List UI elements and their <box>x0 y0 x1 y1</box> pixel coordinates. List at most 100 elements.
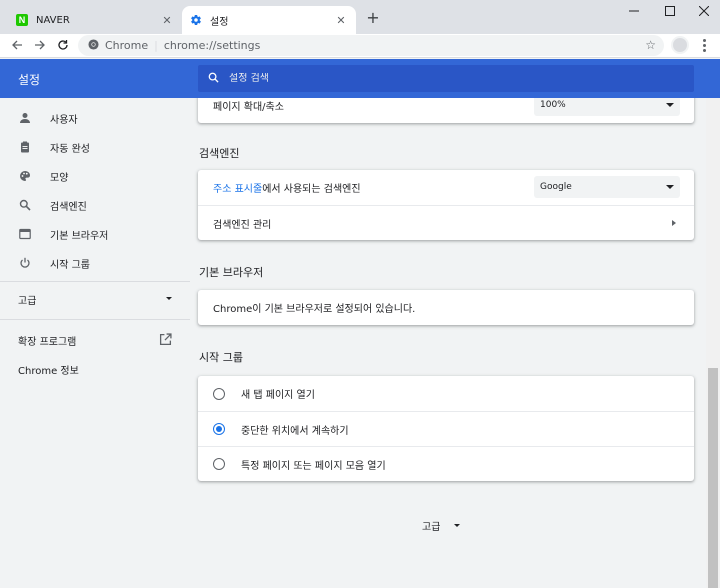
startup-option-label: 중단한 위치에서 계속하기 <box>241 425 349 437</box>
default-browser-card: Chrome이 기본 브라우저로 설정되어 있습니다. <box>198 290 694 325</box>
manage-search-engines-row[interactable]: 검색엔진 관리 <box>198 205 694 240</box>
sidebar-item-label: 기본 브라우저 <box>50 230 109 242</box>
zoom-select[interactable]: 100% <box>534 98 680 116</box>
sidebar-divider <box>0 319 190 320</box>
sidebar-item-label: Chrome 정보 <box>18 365 79 377</box>
settings-search[interactable] <box>198 65 694 92</box>
radio-button[interactable] <box>213 458 225 470</box>
search-icon <box>208 72 219 86</box>
tab-title: 설정 <box>210 16 229 28</box>
reload-icon <box>58 40 68 50</box>
address-bar[interactable]: Chrome | chrome://settings ☆ <box>78 35 664 56</box>
sidebar-item-people[interactable]: 사용자 <box>18 108 78 128</box>
startup-option-new-tab[interactable]: 새 탭 페이지 열기 <box>198 376 694 411</box>
palette-icon <box>18 169 32 183</box>
sidebar-divider <box>0 281 190 282</box>
open-in-new-icon <box>159 333 172 349</box>
search-engine-heading: 검색엔진 <box>199 147 240 160</box>
startup-option-continue[interactable]: 중단한 위치에서 계속하기 <box>198 411 694 446</box>
sidebar-item-extensions[interactable]: 확장 프로그램 <box>18 330 172 350</box>
zoom-value: 100% <box>540 100 566 110</box>
sidebar: 사용자 자동 완성 모양 검색엔진 기본 브라우저 시작 그룹 고급 확장 프로… <box>0 98 190 588</box>
radio-button-checked[interactable] <box>213 423 225 435</box>
power-icon <box>18 256 32 270</box>
reload-button[interactable] <box>54 36 72 54</box>
search-engine-select[interactable]: Google <box>534 176 680 198</box>
window-close-button[interactable] <box>692 2 716 20</box>
sidebar-item-startup[interactable]: 시작 그룹 <box>18 253 90 273</box>
search-engine-description: 에서 사용되는 검색엔진 <box>262 184 361 195</box>
chip-separator: | <box>154 39 158 52</box>
appearance-card: 페이지 확대/축소 100% <box>198 98 694 123</box>
minimize-icon <box>629 10 639 12</box>
settings-header: 설정 <box>0 59 720 98</box>
bookmark-star-icon[interactable]: ☆ <box>645 38 656 52</box>
default-browser-row: Chrome이 기본 브라우저로 설정되어 있습니다. <box>198 290 694 325</box>
search-engine-value: Google <box>540 182 572 192</box>
new-tab-button[interactable]: + <box>364 9 382 27</box>
startup-option-specific-pages[interactable]: 특정 페이지 또는 페이지 모음 열기 <box>198 446 694 481</box>
browser-icon <box>18 227 32 241</box>
browser-toolbar: Chrome | chrome://settings ☆ <box>0 34 720 58</box>
default-browser-status: Chrome이 기본 브라우저로 설정되어 있습니다. <box>213 304 416 315</box>
search-icon <box>18 198 32 212</box>
tab-settings[interactable]: 설정 ✕ <box>182 6 356 34</box>
clipboard-icon <box>18 140 32 154</box>
maximize-button[interactable] <box>658 2 682 20</box>
manage-search-engines-label: 검색엔진 관리 <box>213 219 272 231</box>
forward-button[interactable] <box>31 36 49 54</box>
search-engine-card: 주소 표시줄 에서 사용되는 검색엔진 Google 검색엔진 관리 <box>198 170 694 240</box>
address-bar-link[interactable]: 주소 표시줄 <box>213 180 262 195</box>
advanced-toggle-button[interactable]: 고급 <box>422 518 461 533</box>
back-arrow-icon <box>12 40 22 50</box>
close-icon <box>699 6 709 16</box>
url-text: chrome://settings <box>163 39 261 52</box>
startup-option-label: 새 탭 페이지 열기 <box>241 390 315 401</box>
dropdown-arrow-icon <box>666 103 674 107</box>
startup-card: 새 탭 페이지 열기 중단한 위치에서 계속하기 특정 페이지 또는 페이지 모… <box>198 376 694 481</box>
sidebar-item-label: 사용자 <box>50 114 78 126</box>
page-title: 설정 <box>18 73 41 87</box>
tab-title: NAVER <box>36 14 70 26</box>
sidebar-item-search-engine[interactable]: 검색엔진 <box>18 195 87 215</box>
scrollbar-thumb[interactable] <box>708 368 718 588</box>
chrome-icon <box>88 38 99 53</box>
origin-chip: Chrome <box>105 39 149 52</box>
person-icon <box>18 111 32 125</box>
sidebar-item-label: 시작 그룹 <box>50 259 90 271</box>
chevron-down-icon <box>166 297 172 300</box>
sidebar-item-label: 검색엔진 <box>50 201 87 213</box>
chevron-down-icon <box>454 524 461 527</box>
browser-menu-button[interactable] <box>698 36 710 54</box>
sidebar-item-default-browser[interactable]: 기본 브라우저 <box>18 224 108 244</box>
chevron-right-icon <box>672 220 676 226</box>
advanced-label: 고급 <box>422 522 441 533</box>
search-input[interactable] <box>229 73 629 84</box>
search-engine-row: 주소 표시줄 에서 사용되는 검색엔진 Google <box>198 170 694 205</box>
sidebar-item-about[interactable]: Chrome 정보 <box>18 359 79 379</box>
gear-icon <box>190 14 202 26</box>
startup-heading: 시작 그룹 <box>199 351 243 364</box>
forward-arrow-icon <box>35 40 45 50</box>
default-browser-heading: 기본 브라우저 <box>199 266 264 279</box>
close-icon[interactable]: ✕ <box>334 13 348 27</box>
tab-strip: N NAVER ✕ 설정 ✕ + <box>0 0 720 34</box>
radio-button[interactable] <box>213 387 225 400</box>
maximize-icon <box>665 6 675 16</box>
zoom-label: 페이지 확대/축소 <box>213 102 284 113</box>
startup-option-label: 특정 페이지 또는 페이지 모음 열기 <box>241 460 386 472</box>
sidebar-item-label: 고급 <box>18 295 37 307</box>
naver-icon: N <box>16 14 28 26</box>
sidebar-item-appearance[interactable]: 모양 <box>18 166 68 186</box>
sidebar-item-advanced[interactable]: 고급 <box>18 289 172 309</box>
settings-main: 페이지 확대/축소 100% 검색엔진 주소 표시줄 에서 사용되는 검색엔진 … <box>190 98 706 588</box>
sidebar-item-autofill[interactable]: 자동 완성 <box>18 137 90 157</box>
tab-naver[interactable]: N NAVER ✕ <box>8 6 182 34</box>
minimize-button[interactable] <box>622 2 646 20</box>
dropdown-arrow-icon <box>666 185 674 189</box>
back-button[interactable] <box>8 36 26 54</box>
sidebar-item-label: 자동 완성 <box>50 143 90 155</box>
sidebar-item-label: 모양 <box>50 172 69 184</box>
close-icon[interactable]: ✕ <box>160 13 174 27</box>
profile-avatar[interactable] <box>671 36 689 54</box>
